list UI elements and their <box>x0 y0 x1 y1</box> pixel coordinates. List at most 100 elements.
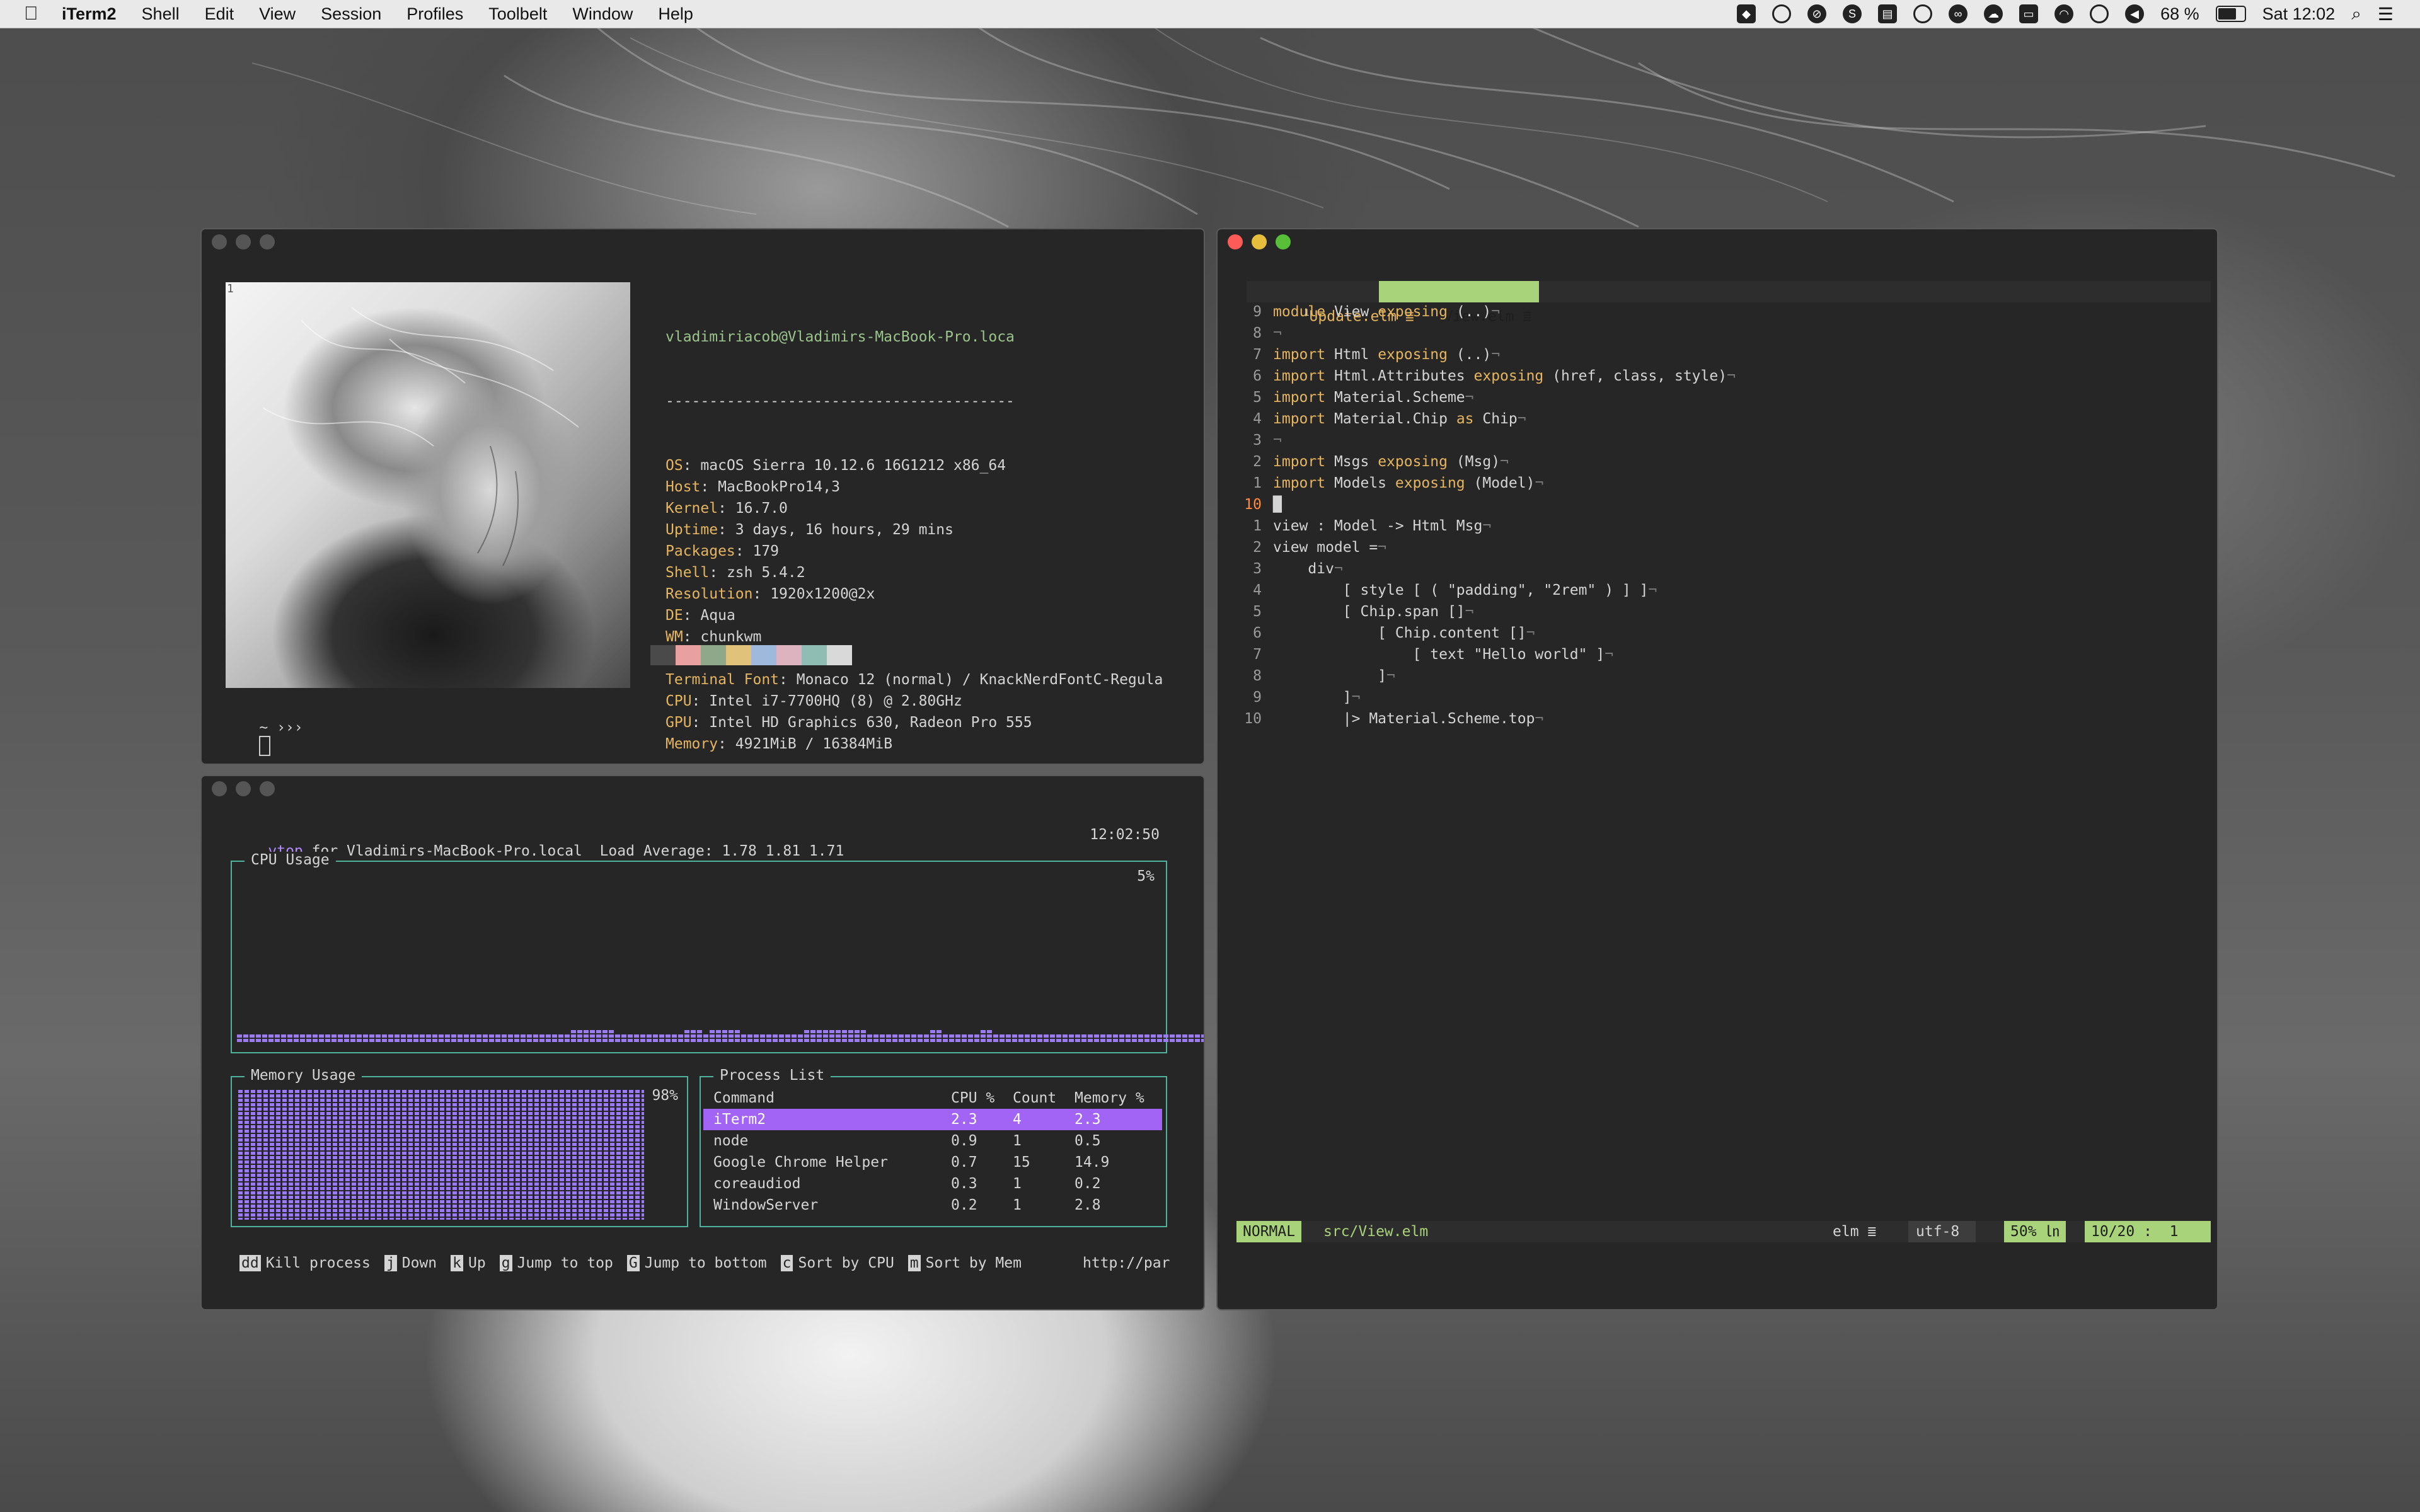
close-button[interactable] <box>1228 234 1243 249</box>
menu-app-name[interactable]: iTerm2 <box>62 4 117 24</box>
zoom-button[interactable] <box>260 234 275 249</box>
vim-buffer[interactable]: 9 module View exposing (..)¬ 8 ¬ 7 import Htm… <box>1236 301 1736 730</box>
menu-window[interactable]: Window <box>572 4 633 24</box>
terminal-cursor <box>259 736 271 756</box>
cpu-history-bar <box>678 1034 683 1043</box>
line-number: 10 <box>1244 711 1262 727</box>
cpu-history-bar <box>615 1034 620 1043</box>
minimize-button[interactable] <box>1252 234 1267 249</box>
cpu-history-bar <box>672 1034 677 1043</box>
zoom-button[interactable] <box>260 781 275 796</box>
dropbox-icon[interactable]: ◆ <box>1737 4 1756 23</box>
vim-mode: NORMAL <box>1236 1221 1302 1242</box>
cpu-history-bar <box>1119 1034 1124 1043</box>
col-memory[interactable]: Memory % <box>1075 1087 1162 1109</box>
col-count[interactable]: Count <box>1013 1087 1075 1109</box>
window-titlebar[interactable] <box>202 229 1204 255</box>
cpu-history-bar <box>489 1034 494 1043</box>
skype-icon[interactable]: S <box>1843 4 1862 23</box>
cpu-history-bar <box>1000 1034 1005 1043</box>
cpu-history-bar <box>1189 1034 1194 1043</box>
col-cpu[interactable]: CPU % <box>951 1087 1013 1109</box>
cpu-history-bar <box>741 1034 746 1043</box>
process-row[interactable]: coreaudiod 0.3 1 0.2 <box>703 1173 1162 1194</box>
info-value: Intel HD Graphics 630, Radeon Pro 555 <box>709 714 1032 731</box>
bluetooth-icon[interactable] <box>2090 4 2109 23</box>
cpu-history-bar <box>653 1034 658 1043</box>
tab-index-label: 1 <box>227 282 234 295</box>
key-action: Jump to top <box>517 1255 613 1271</box>
cpu-history-bar <box>810 1030 815 1043</box>
glasses-icon[interactable]: ∞ <box>1949 4 1968 23</box>
line-number: 9 <box>1253 304 1262 320</box>
menu-shell[interactable]: Shell <box>142 4 180 24</box>
notification-center-icon[interactable]: ☰ <box>2378 4 2394 25</box>
palette-swatch <box>751 645 776 665</box>
lock-icon[interactable]: ⊘ <box>1807 4 1827 23</box>
vtop-url[interactable]: http://par <box>1083 1255 1170 1271</box>
process-command: coreaudiod <box>713 1176 801 1192</box>
col-command[interactable]: Command <box>703 1087 951 1109</box>
minimize-button[interactable] <box>236 234 251 249</box>
close-button[interactable] <box>212 234 227 249</box>
key-action: Sort by CPU <box>798 1255 894 1271</box>
cpu-history-bar <box>546 1034 551 1043</box>
cpu-history-bar <box>1056 1034 1061 1043</box>
info-separator: : <box>683 629 701 645</box>
close-button[interactable] <box>212 781 227 796</box>
menu-profiles[interactable]: Profiles <box>406 4 463 24</box>
menu-session[interactable]: Session <box>321 4 381 24</box>
cpu-history-bar <box>817 1030 822 1043</box>
cpu-history-bar <box>596 1030 601 1043</box>
battery-icon[interactable] <box>2215 6 2246 22</box>
menu-clock[interactable]: Sat 12:02 <box>2262 4 2336 24</box>
menu-view[interactable]: View <box>259 4 296 24</box>
cpu-history-bar <box>710 1030 715 1043</box>
menu-toolbelt[interactable]: Toolbelt <box>488 4 547 24</box>
info-row: DE: Aqua <box>666 605 1163 626</box>
spotlight-icon[interactable]: ⌕ <box>2351 4 2361 25</box>
cpu-history-bar <box>350 1034 355 1043</box>
vim-percent: 50% ㏑ <box>2004 1221 2066 1242</box>
info-key: GPU <box>666 714 692 731</box>
airplay-icon[interactable]: ▭ <box>2019 4 2039 23</box>
cpu-history-bar <box>502 1034 507 1043</box>
menu-edit[interactable]: Edit <box>205 4 234 24</box>
keybinding: k Up <box>451 1255 486 1271</box>
process-count: 1 <box>1013 1176 1022 1192</box>
apple-menu-icon[interactable]:  <box>24 3 62 25</box>
code-line: 4 [ style [ ( "padding", "2rem" ) ] ]¬ <box>1236 580 1736 601</box>
process-command: iTerm2 <box>713 1111 766 1128</box>
cpu-history-bar <box>1157 1034 1162 1043</box>
vim-tab-view[interactable]: 2View.elm ≣ <box>1379 281 1540 325</box>
cpu-history-bar <box>268 1034 274 1043</box>
menu-help[interactable]: Help <box>658 4 693 24</box>
line-text: import Html.Attributes exposing (href, c… <box>1273 368 1736 384</box>
process-row[interactable]: node 0.9 1 0.5 <box>703 1130 1162 1152</box>
wifi-icon[interactable]: ◠ <box>2054 4 2074 23</box>
window-titlebar[interactable] <box>202 776 1204 801</box>
process-row[interactable]: iTerm2 2.3 4 2.3 <box>703 1109 1162 1130</box>
cloud-icon[interactable]: ☁ <box>1984 4 2003 23</box>
shell-prompt[interactable]: ~ ››› <box>224 703 303 764</box>
code-line: 3 ¬ <box>1236 430 1736 451</box>
cpu-history-bar <box>747 1034 752 1043</box>
line-text: [ text "Hello world" ]¬ <box>1273 646 1614 663</box>
info-key: Terminal Font <box>666 672 780 688</box>
battery-percent[interactable]: 68 % <box>2160 4 2199 24</box>
volume-icon[interactable]: ◀ <box>2125 4 2145 23</box>
process-row[interactable]: WindowServer 0.2 1 2.8 <box>703 1194 1162 1216</box>
line-number: 2 <box>1253 454 1262 470</box>
zoom-button[interactable] <box>1276 234 1291 249</box>
block-icon[interactable] <box>1913 4 1933 23</box>
docker-icon[interactable]: ▤ <box>1878 4 1898 23</box>
minimize-button[interactable] <box>236 781 251 796</box>
line-text: |> Material.Scheme.top¬ <box>1273 711 1544 727</box>
cpu-history-bar <box>325 1034 330 1043</box>
process-row[interactable]: Google Chrome Helper 0.7 15 14.9 <box>703 1152 1162 1173</box>
cpu-history-bar <box>470 1034 475 1043</box>
window-titlebar[interactable] <box>1218 229 2217 255</box>
chat-bubble-icon[interactable] <box>1772 4 1792 23</box>
cpu-history-bar <box>1031 1034 1036 1043</box>
cpu-history-bar <box>527 1034 532 1043</box>
